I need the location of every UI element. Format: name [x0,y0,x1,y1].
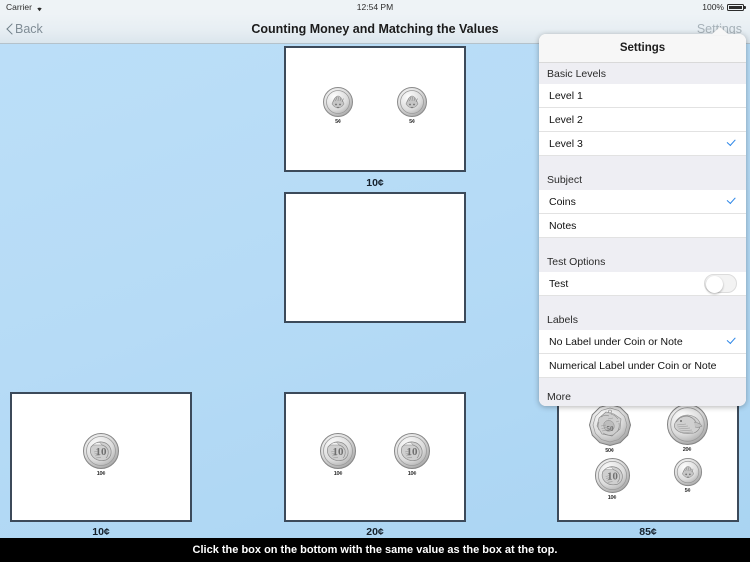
coin-item: 5¢ [396,86,428,125]
back-button-label: Back [15,21,43,36]
coin-item: 10 10¢ [319,432,357,477]
toggle-knob [706,276,723,293]
coin-item: 10 10¢ [594,457,631,501]
setting-row-no-label[interactable]: No Label under Coin or Note [539,330,746,354]
section-divider [539,296,746,309]
coin-10c-icon: 10 [320,433,356,469]
choice-box-2-caption: 20¢ [366,526,384,538]
section-divider [539,156,746,169]
coin-label: 5¢ [335,119,341,125]
choice-box-3-caption: 85¢ [639,526,657,538]
svg-text:10: 10 [333,446,345,458]
question-box-caption: 10¢ [366,177,384,189]
checkmark-icon [726,336,737,347]
svg-text:10: 10 [607,470,618,482]
section-divider [539,238,746,251]
setting-row-level-3[interactable]: Level 3 [539,132,746,156]
instruction-text: Click the box on the bottom with the sam… [192,544,558,556]
test-toggle-switch[interactable] [704,274,737,293]
coin-10c-icon: 10 [394,433,430,469]
svg-text:50: 50 [606,425,614,433]
coin-5c-icon [673,457,702,487]
coin-20c-icon [666,404,708,445]
coin-label: 5¢ [684,488,691,494]
coin-50c-icon: 50 [588,403,631,447]
choice-box-1[interactable]: 10 10¢ [10,392,192,522]
choice-box-3-coins-row-2: 10 10¢ 5¢ [559,457,737,501]
coin-label: 10¢ [607,495,617,501]
setting-row-notes[interactable]: Notes [539,214,746,238]
choice-box-2[interactable]: 10 10¢ 10 10¢ [284,392,466,522]
back-button[interactable]: Back [6,22,43,36]
setting-label: Coins [549,195,576,208]
setting-label: Level 3 [549,137,583,150]
section-header-basic-levels: Basic Levels [539,63,746,84]
battery-full-icon [727,3,746,11]
setting-label: Test [549,277,569,290]
setting-row-coins[interactable]: Coins [539,190,746,214]
choice-box-3-coins-row-1: 50 50¢ 20¢ [559,403,737,454]
coin-label: 10¢ [333,471,343,477]
battery-percent-label: 100% [702,2,724,12]
status-bar: Carrier 12:54 PM 100% [0,0,750,14]
section-header-more: More [539,392,746,406]
coin-item: 5¢ [673,457,703,501]
popover-arrow-icon [711,27,729,35]
coin-label: 5¢ [409,119,415,125]
setting-label: Numerical Label under Coin or Note [549,359,717,372]
coin-5c-icon [323,87,353,117]
coin-item: 5¢ [322,86,354,125]
section-header-test-options: Test Options [539,251,746,272]
coin-item: 10 10¢ [393,432,431,477]
svg-text:10: 10 [96,446,108,458]
coin-10c-icon: 10 [83,433,119,469]
coin-item: 20¢ [666,403,709,454]
app-root: Carrier 12:54 PM 100% Back Counting Mone… [0,0,750,562]
choice-box-3[interactable]: 50 50¢ 20¢ 10 10¢ 5¢ [557,392,739,522]
section-header-subject: Subject [539,169,746,190]
coin-item: 50 50¢ [588,403,632,454]
svg-text:10: 10 [407,446,419,458]
status-bar-right: 100% [702,2,746,12]
coin-label: 10¢ [96,471,106,477]
question-box-coins: 5¢ 5¢ [286,86,464,125]
setting-label: Level 1 [549,89,583,102]
coin-label: 20¢ [682,447,692,453]
question-box: 5¢ 5¢ [284,46,466,172]
checkmark-icon [726,138,737,149]
settings-popover: Settings Basic Levels Level 1 Level 2 Le… [539,34,746,406]
coin-label: 10¢ [407,471,417,477]
chevron-left-icon [6,23,13,35]
checkmark-icon [726,196,737,207]
choice-box-1-coins: 10 10¢ [12,432,190,477]
coin-10c-icon: 10 [594,457,630,494]
setting-row-test[interactable]: Test [539,272,746,296]
section-divider [539,378,746,392]
coin-label: 50¢ [605,448,614,454]
choice-box-1-caption: 10¢ [92,526,110,538]
answer-slot-box[interactable] [284,192,466,323]
setting-label: No Label under Coin or Note [549,335,683,348]
instruction-bar: Click the box on the bottom with the sam… [0,538,750,562]
setting-row-numerical-label[interactable]: Numerical Label under Coin or Note [539,354,746,378]
setting-row-level-1[interactable]: Level 1 [539,84,746,108]
choice-box-2-coins: 10 10¢ 10 10¢ [286,432,464,477]
section-header-labels: Labels [539,309,746,330]
coin-item: 10 10¢ [82,432,120,477]
setting-label: Notes [549,219,577,232]
setting-row-level-2[interactable]: Level 2 [539,108,746,132]
coin-5c-icon [397,87,427,117]
clock-label: 12:54 PM [356,2,394,12]
setting-label: Level 2 [549,113,583,126]
popover-title: Settings [539,34,746,63]
